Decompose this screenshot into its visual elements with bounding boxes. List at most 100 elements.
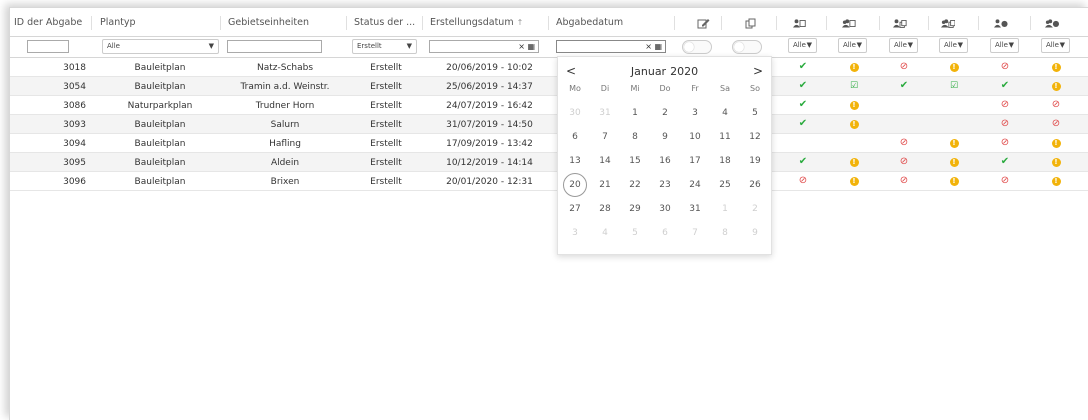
column-divider[interactable] (978, 16, 979, 30)
group-edit-icon[interactable] (842, 18, 856, 29)
clear-date-icon[interactable]: × (518, 42, 525, 51)
calendar-day[interactable]: 31 (680, 197, 710, 221)
table-row[interactable]: 3093 Bauleitplan Salurn Erstellt 31/07/2019 … (10, 115, 1088, 134)
copy-icon[interactable] (744, 18, 758, 29)
abgabedatum-filter-input[interactable]: × ▦ (556, 40, 666, 53)
calendar-day[interactable]: 11 (710, 125, 740, 149)
copy-filter-toggle[interactable] (732, 40, 762, 54)
calendar-day[interactable]: 30 (650, 197, 680, 221)
table-row[interactable]: 3095 Bauleitplan Aldein Erstellt 10/12/2019 … (10, 153, 1088, 172)
calendar-day[interactable]: 19 (740, 149, 770, 173)
calendar-day[interactable]: 15 (620, 149, 650, 173)
plantyp-filter-select[interactable]: Alle ▼ (102, 39, 219, 54)
next-month-button[interactable]: > (753, 64, 763, 78)
status-filter-1[interactable]: Alle ▼ (788, 38, 817, 53)
column-divider[interactable] (879, 16, 880, 30)
calendar-day[interactable]: 13 (560, 149, 590, 173)
status-filter-3[interactable]: Alle ▼ (889, 38, 918, 53)
table-row[interactable]: 3054 Bauleitplan Tramin a.d. Weinstr. Erste… (10, 77, 1088, 96)
calendar-day[interactable]: 5 (740, 101, 770, 125)
calendar-day[interactable]: 3 (560, 221, 590, 245)
calendar-day[interactable]: 8 (620, 125, 650, 149)
clear-date-icon[interactable]: × (645, 42, 652, 51)
column-divider[interactable] (928, 16, 929, 30)
calendar-day[interactable]: 14 (590, 149, 620, 173)
calendar-day[interactable]: 27 (560, 197, 590, 221)
calendar-day[interactable]: 17 (680, 149, 710, 173)
calendar-day[interactable]: 9 (650, 125, 680, 149)
column-divider[interactable] (346, 16, 347, 30)
status-filter-2[interactable]: Alle ▼ (838, 38, 867, 53)
table-row[interactable]: 3086 Naturparkplan Trudner Horn Erstellt 24/… (10, 96, 1088, 115)
calendar-day[interactable]: 2 (650, 101, 680, 125)
calendar-day[interactable]: 2 (740, 197, 770, 221)
table-row[interactable]: 3018 Bauleitplan Natz-Schabs Erstellt 20/06/… (10, 58, 1088, 77)
calendar-day[interactable]: 4 (590, 221, 620, 245)
calendar-day[interactable]: 18 (710, 149, 740, 173)
group-copy-icon[interactable] (941, 18, 955, 29)
forbidden-icon: ⊘ (1000, 61, 1010, 72)
calendar-day[interactable]: 12 (740, 125, 770, 149)
calendar-day[interactable]: 31 (590, 101, 620, 125)
calendar-day[interactable]: 25 (710, 173, 740, 197)
calendar-title[interactable]: Januar 2020 (558, 65, 771, 78)
cell-plantyp: Naturparkplan (127, 101, 193, 111)
user-dot-icon[interactable] (994, 18, 1008, 29)
calendar-icon[interactable]: ▦ (527, 42, 535, 51)
calendar-day[interactable]: 1 (710, 197, 740, 221)
calendar-day[interactable]: 3 (680, 101, 710, 125)
calendar-day[interactable]: 29 (620, 197, 650, 221)
status-filter-select[interactable]: Erstellt ▼ (352, 39, 417, 54)
calendar-day[interactable]: 26 (740, 173, 770, 197)
status-filter-4[interactable]: Alle ▼ (939, 38, 968, 53)
cell-erstellungsdatum: 24/07/2019 - 16:42 (446, 101, 533, 111)
calendar-day[interactable]: 6 (650, 221, 680, 245)
status-filter-6[interactable]: Alle ▼ (1041, 38, 1070, 53)
calendar-day[interactable]: 4 (710, 101, 740, 125)
column-divider[interactable] (1030, 16, 1031, 30)
calendar-icon[interactable]: ▦ (654, 42, 662, 51)
column-divider[interactable] (674, 16, 675, 30)
user-copy-icon[interactable] (893, 18, 907, 29)
user-edit-icon[interactable] (793, 18, 807, 29)
col-header-id[interactable]: ID der Abgabe (14, 17, 82, 29)
calendar-day[interactable]: 22 (620, 173, 650, 197)
calendar-day[interactable]: 1 (620, 101, 650, 125)
col-header-abgabedatum[interactable]: Abgabedatum (556, 17, 623, 29)
col-header-status[interactable]: Status der ... (354, 17, 415, 29)
edit-filter-toggle[interactable] (682, 40, 712, 54)
calendar-day[interactable]: 7 (590, 125, 620, 149)
calendar-day[interactable]: 23 (650, 173, 680, 197)
filter-value: Alle (995, 41, 1008, 49)
calendar-day[interactable]: 28 (590, 197, 620, 221)
column-divider[interactable] (422, 16, 423, 30)
calendar-day[interactable]: 6 (560, 125, 590, 149)
column-divider[interactable] (721, 16, 722, 30)
calendar-day[interactable]: 5 (620, 221, 650, 245)
col-header-erstellungsdatum[interactable]: Erstellungsdatum ↑ (430, 17, 523, 29)
calendar-day[interactable]: 16 (650, 149, 680, 173)
erstellungsdatum-filter-input[interactable]: × ▦ (429, 40, 539, 53)
calendar-day[interactable]: 9 (740, 221, 770, 245)
gebiet-filter-input[interactable] (227, 40, 322, 53)
table-row[interactable]: 3094 Bauleitplan Hafling Erstellt 17/09/2019… (10, 134, 1088, 153)
group-dot-icon[interactable] (1045, 18, 1059, 29)
calendar-day[interactable]: 8 (710, 221, 740, 245)
edit-icon[interactable] (697, 18, 711, 29)
status-filter-5[interactable]: Alle ▼ (990, 38, 1019, 53)
calendar-day[interactable]: 7 (680, 221, 710, 245)
calendar-day[interactable]: 24 (680, 173, 710, 197)
calendar-day[interactable]: 20 (563, 173, 587, 197)
calendar-day[interactable]: 21 (590, 173, 620, 197)
column-divider[interactable] (548, 16, 549, 30)
calendar-day[interactable]: 30 (560, 101, 590, 125)
col-header-plantyp[interactable]: Plantyp (100, 17, 136, 29)
column-divider[interactable] (826, 16, 827, 30)
calendar-day[interactable]: 10 (680, 125, 710, 149)
col-header-gebiet[interactable]: Gebietseinheiten (228, 17, 309, 29)
column-divider[interactable] (220, 16, 221, 30)
table-row[interactable]: 3096 Bauleitplan Brixen Erstellt 20/01/2020 … (10, 172, 1088, 191)
column-divider[interactable] (91, 16, 92, 30)
id-filter-input[interactable] (27, 40, 69, 53)
column-divider[interactable] (776, 16, 777, 30)
